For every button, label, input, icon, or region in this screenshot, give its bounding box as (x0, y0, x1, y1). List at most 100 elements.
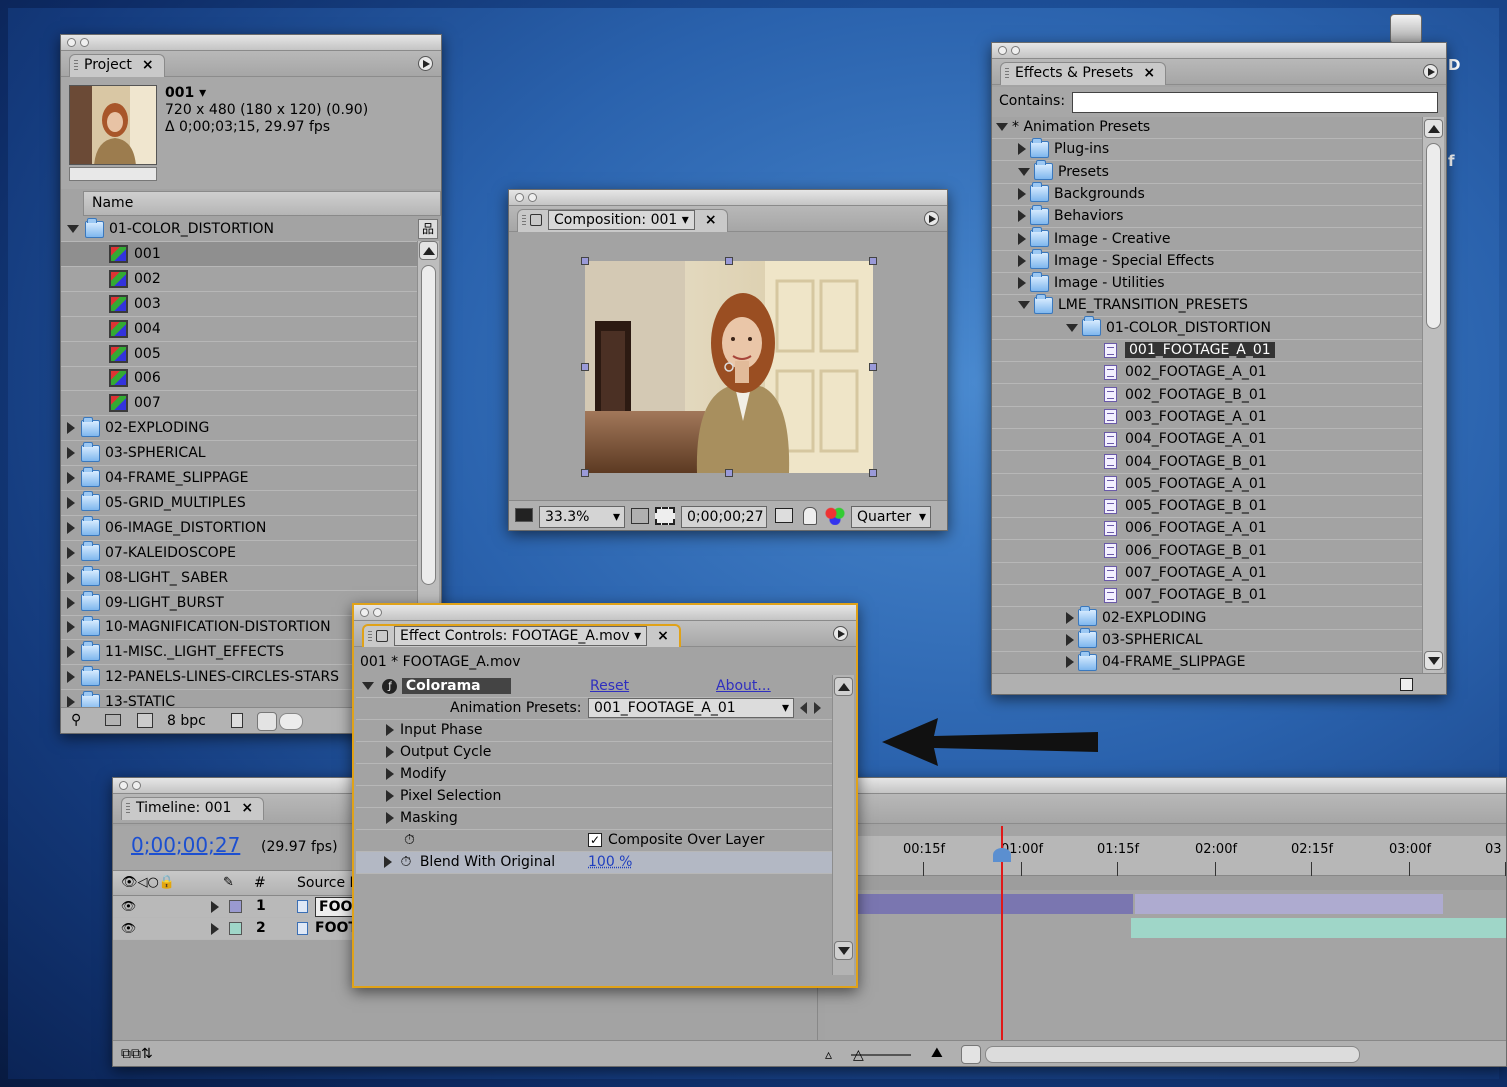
effects-folder-row[interactable]: Plug-ins (992, 137, 1422, 162)
blend-with-original-row[interactable]: ⏱ Blend With Original 100 % (356, 852, 832, 874)
time-marker-icon[interactable] (993, 848, 1011, 862)
anchor-handle-bl[interactable] (581, 469, 589, 477)
expand-property-icon[interactable] (386, 812, 394, 824)
close-window-icon[interactable] (360, 608, 369, 617)
effect-property-row[interactable]: Pixel Selection (356, 786, 832, 808)
flowchart-icon[interactable]: 品 (418, 219, 438, 239)
close-window-icon[interactable] (515, 193, 524, 202)
preset-row[interactable]: 004_FOOTAGE_A_01 (992, 429, 1422, 452)
work-area-bar[interactable] (825, 876, 1506, 890)
show-snapshot-icon[interactable] (803, 507, 817, 525)
collapse-icon[interactable] (1018, 167, 1030, 176)
collapse-icon[interactable] (1018, 301, 1030, 310)
preset-row[interactable]: 001_FOOTAGE_A_01 (992, 340, 1422, 362)
anchor-handle-tl[interactable] (581, 257, 589, 265)
layer-2-bar[interactable] (1131, 918, 1506, 938)
close-tab-icon[interactable]: × (705, 212, 717, 228)
zoom-slider-thumb[interactable]: △ (853, 1047, 864, 1063)
safe-zones-icon[interactable] (631, 508, 649, 524)
video-frame[interactable] (585, 261, 873, 473)
preset-row[interactable]: 003_FOOTAGE_A_01 (992, 407, 1422, 429)
hard-drive-icon[interactable] (1390, 14, 1422, 44)
scroll-thumb[interactable] (421, 265, 436, 585)
expand-icon[interactable] (67, 521, 75, 534)
expand-icon[interactable] (67, 671, 75, 684)
effect-controls-layer-dropdown[interactable]: Effect Controls: FOOTAGE_A.mov ▾ (394, 626, 648, 646)
tab-composition[interactable]: Composition: 001 ▾ × (517, 209, 728, 232)
expand-icon[interactable] (67, 422, 75, 435)
lock-icon[interactable] (376, 630, 388, 642)
blend-value[interactable]: 100 % (588, 852, 632, 873)
zoom-window-icon[interactable] (80, 38, 89, 47)
visibility-icon[interactable]: 👁 (121, 918, 136, 939)
av-switches-icon[interactable]: 👁◁○🔒 (121, 875, 175, 890)
collapse-icon[interactable] (67, 225, 79, 233)
expand-property-icon[interactable] (386, 724, 394, 736)
close-window-icon[interactable] (119, 781, 128, 790)
trash-icon[interactable] (231, 713, 243, 728)
preset-row[interactable]: 005_FOOTAGE_B_01 (992, 496, 1422, 519)
scroll-up-icon[interactable] (419, 241, 438, 260)
current-time-field[interactable]: 0;00;00;27 (681, 506, 767, 528)
project-comp-row[interactable]: 003 (61, 292, 417, 317)
zoom-window-icon[interactable] (373, 608, 382, 617)
snapshot-icon[interactable] (775, 508, 793, 523)
comp-name[interactable]: 001 ▾ (165, 85, 206, 101)
label-column-icon[interactable]: ✎ (223, 875, 234, 890)
effects-folder-row[interactable]: Image - Special Effects (992, 249, 1422, 273)
effect-controls-scrollbar[interactable] (832, 675, 854, 975)
new-folder-icon[interactable] (105, 714, 121, 726)
expand-icon[interactable] (1018, 210, 1026, 223)
close-tab-icon[interactable]: × (142, 57, 154, 73)
effects-folder-row[interactable]: Image - Utilities (992, 271, 1422, 296)
anchor-handle-mr[interactable] (869, 363, 877, 371)
effect-property-row[interactable]: Output Cycle (356, 742, 832, 764)
channel-icon[interactable] (825, 507, 845, 525)
h-scroll-left-icon[interactable] (961, 1045, 981, 1064)
reset-link[interactable]: Reset (590, 675, 629, 697)
zoom-window-icon[interactable] (132, 781, 141, 790)
bpc-label[interactable]: 8 bpc (167, 713, 206, 729)
expand-icon[interactable] (67, 621, 75, 634)
composition-dropdown[interactable]: Composition: 001 ▾ (548, 210, 695, 230)
find-icon[interactable]: ⚲ (71, 712, 81, 728)
close-window-icon[interactable] (998, 46, 1007, 55)
close-tab-icon[interactable]: × (241, 800, 253, 816)
layer-1-bar-extension[interactable] (1135, 894, 1443, 914)
time-ruler[interactable]: 00:15f 01:00f 01:15f 02:00f 02:15f 03:00f 03 (825, 836, 1506, 876)
expand-icon[interactable] (67, 472, 75, 484)
close-tab-icon[interactable]: × (1143, 65, 1155, 81)
composition-viewer[interactable] (509, 234, 947, 496)
project-column-header[interactable]: Name (83, 191, 441, 216)
anchor-handle-tr[interactable] (869, 257, 877, 265)
effects-folder-row[interactable]: 04-FRAME_SLIPPAGE (992, 650, 1422, 673)
tab-timeline[interactable]: Timeline: 001 × (121, 797, 265, 820)
project-comp-row[interactable]: 007 (61, 391, 417, 417)
layer-label-color[interactable] (229, 922, 242, 935)
project-comp-row[interactable]: 004 (61, 317, 417, 342)
preset-row[interactable]: 006_FOOTAGE_A_01 (992, 518, 1422, 541)
preset-row[interactable]: 007_FOOTAGE_B_01 (992, 585, 1422, 608)
panel-menu-icon[interactable] (418, 56, 433, 71)
expand-icon[interactable] (67, 571, 75, 584)
layer-label-color[interactable] (229, 900, 242, 913)
anchor-handle-br[interactable] (869, 469, 877, 477)
expand-icon[interactable] (1066, 633, 1074, 646)
project-folder-row[interactable]: 05-GRID_MULTIPLES (61, 491, 417, 516)
panel-menu-icon[interactable] (924, 211, 939, 226)
effects-folder-row[interactable]: LME_TRANSITION_PRESETS (992, 293, 1422, 318)
resolution-dropdown[interactable]: Quarter ▾ (851, 506, 931, 528)
mask-view-icon[interactable] (655, 507, 675, 525)
always-preview-icon[interactable] (515, 508, 533, 522)
fx-icon[interactable]: ƒ (382, 678, 398, 694)
tab-effects-presets[interactable]: Effects & Presets × (1000, 62, 1167, 85)
new-preset-icon[interactable] (1400, 678, 1413, 691)
effect-property-row[interactable]: Masking (356, 808, 832, 830)
stopwatch-icon[interactable]: ⏱ (400, 854, 411, 870)
expand-icon[interactable] (1018, 277, 1026, 290)
preset-row[interactable]: 005_FOOTAGE_A_01 (992, 474, 1422, 496)
preset-row[interactable]: 006_FOOTAGE_B_01 (992, 541, 1422, 563)
effects-folder-row[interactable]: * Animation Presets (992, 117, 1422, 139)
zoom-dropdown[interactable]: 33.3% ▾ (539, 506, 625, 528)
contains-search-input[interactable] (1072, 92, 1438, 113)
